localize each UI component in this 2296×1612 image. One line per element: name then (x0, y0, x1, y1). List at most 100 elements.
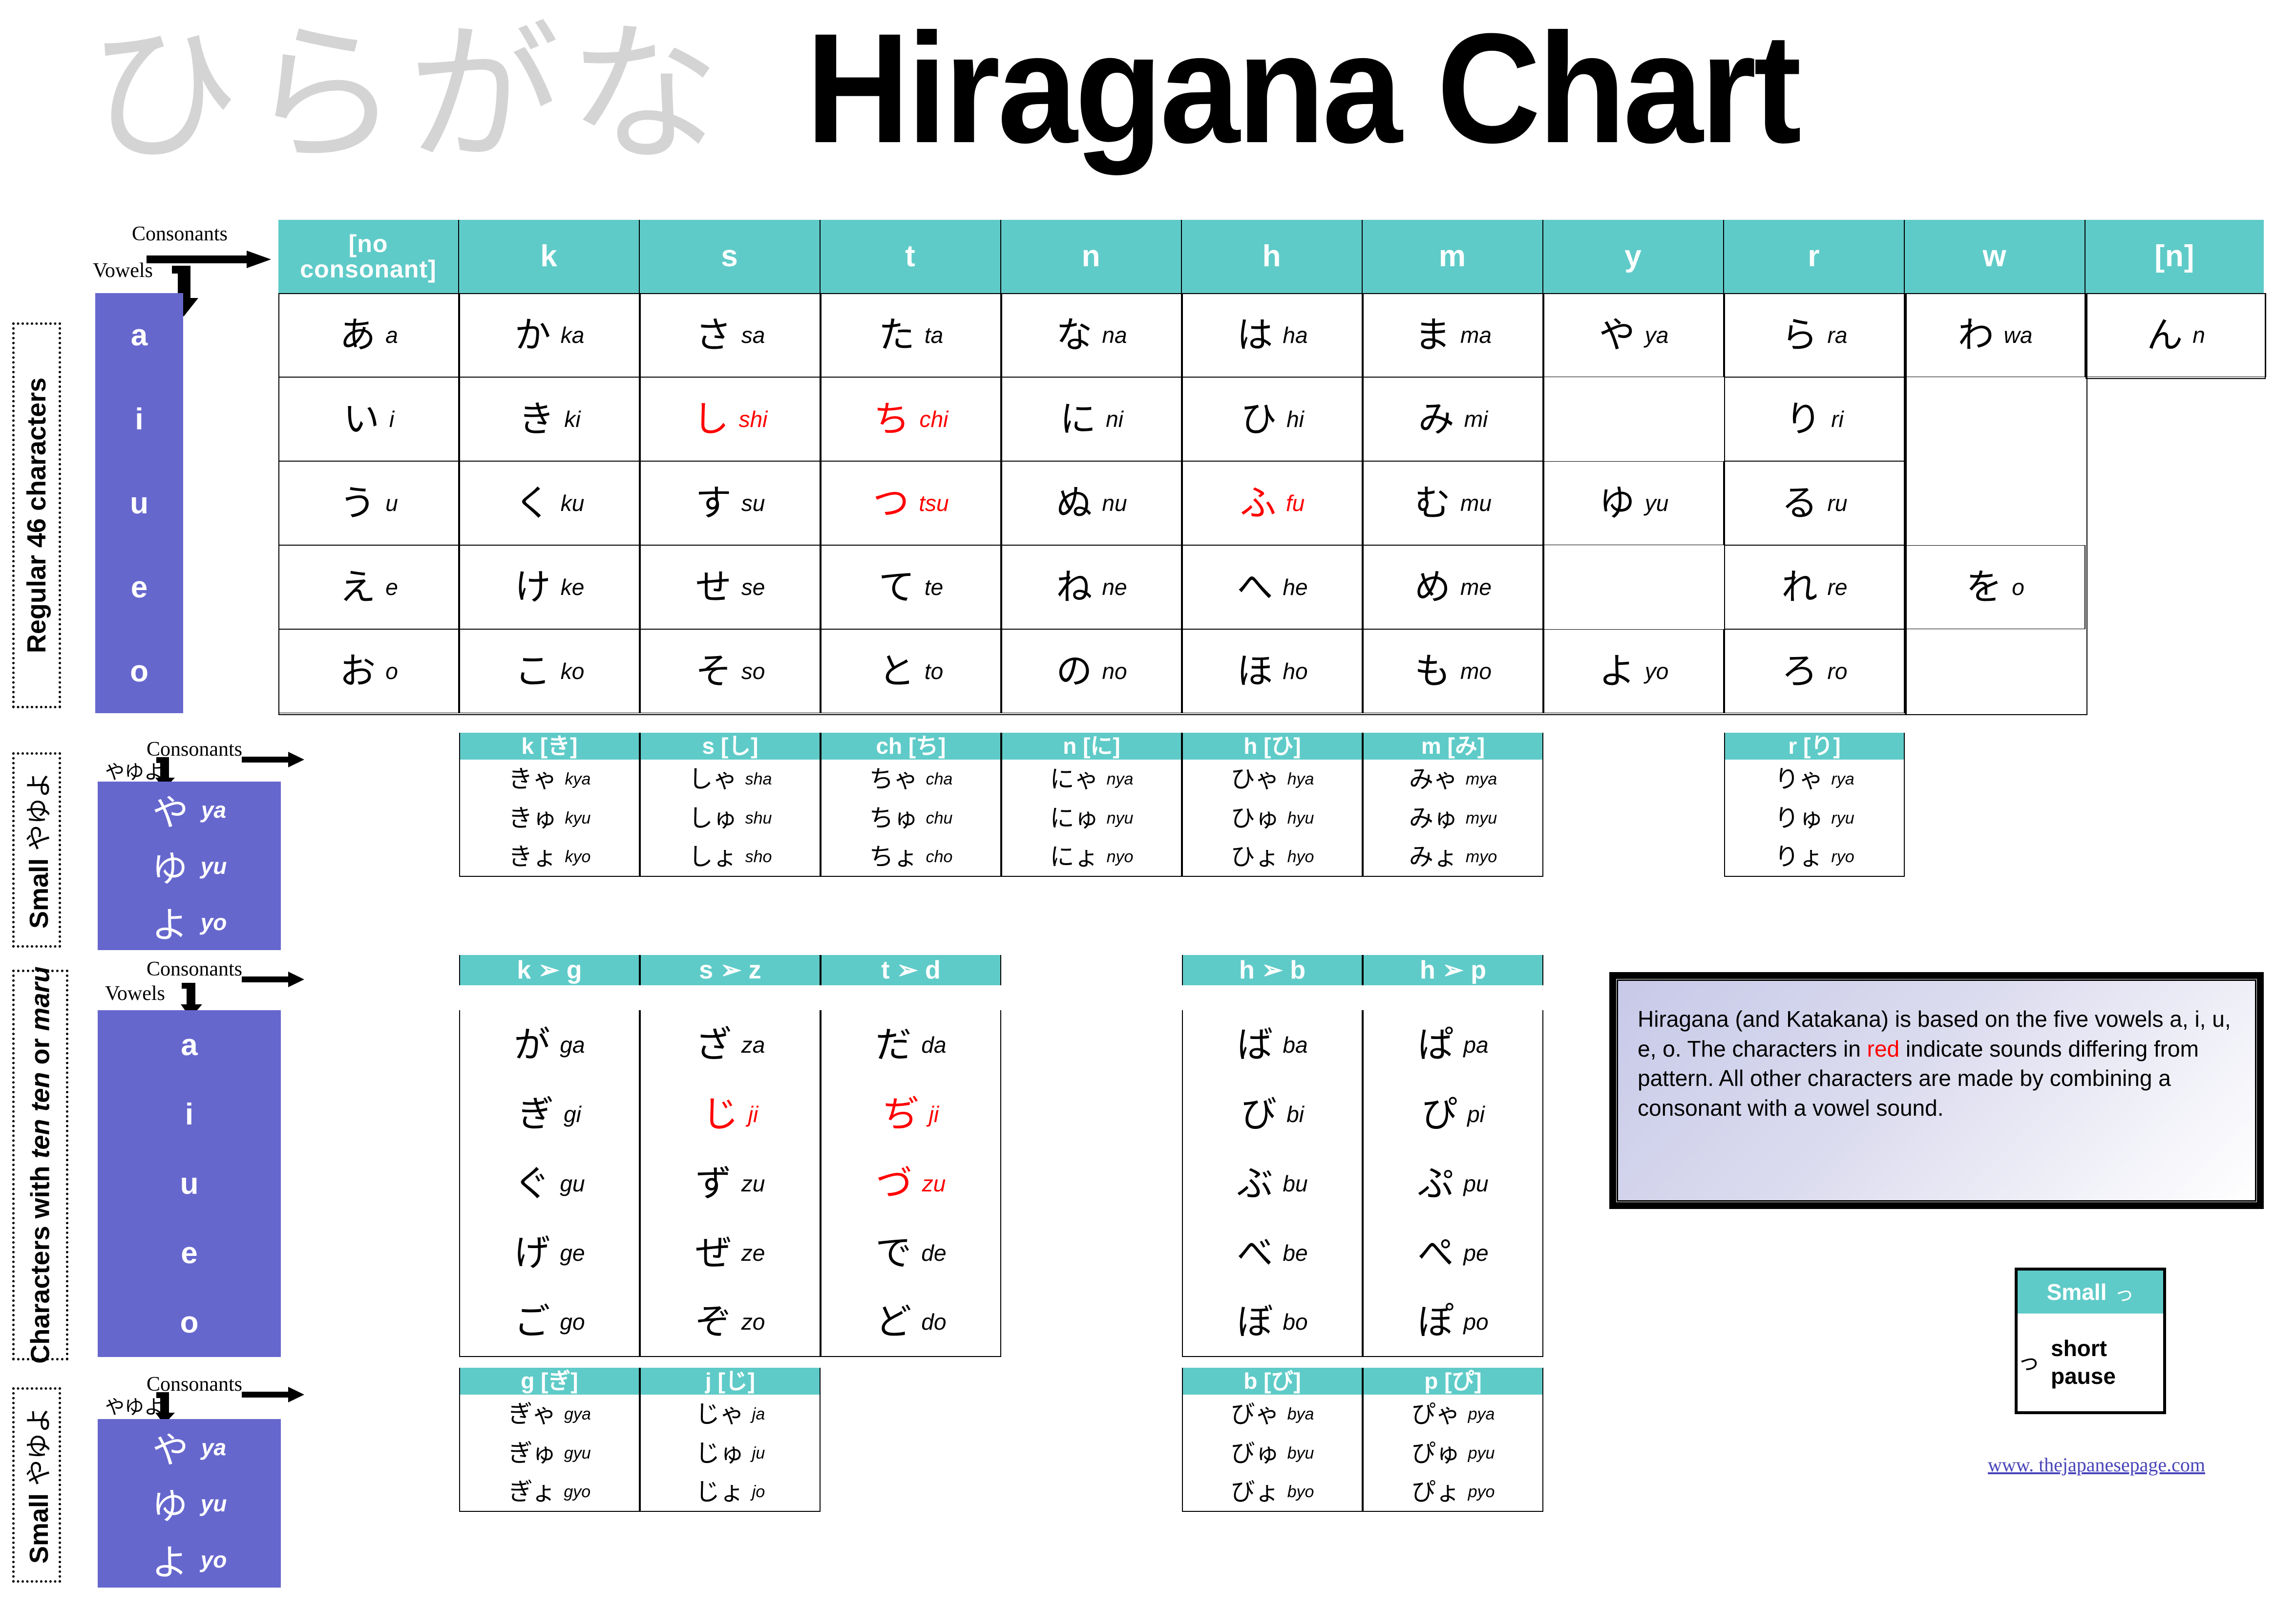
kana-glyph: にゅ (1050, 804, 1099, 832)
romaji-label: me (1460, 574, 1492, 600)
kana-glyph: づ (876, 1163, 912, 1205)
kana-cell: じゃ ja (640, 1395, 821, 1434)
kana-glyph: みゅ (1409, 804, 1458, 832)
kana-cell: みょ myo (1363, 838, 1543, 877)
kana-glyph: き (518, 398, 555, 440)
kana-glyph: ぎゃ (508, 1400, 557, 1428)
romaji-label: hyo (1287, 847, 1314, 866)
romaji-label: to (924, 658, 944, 684)
romaji-label: mo (1460, 658, 1492, 684)
kana-cell: ほ ho (1182, 629, 1363, 713)
kana-cell: にょ nyo (1001, 838, 1182, 877)
romaji-label: bi (1286, 1102, 1304, 1127)
romaji-label: pa (1463, 1032, 1489, 1058)
kana-cell: み mi (1363, 377, 1543, 461)
kana-cell: こ ko (459, 629, 640, 713)
info-text-red-word: red (1867, 1036, 1900, 1061)
kana-cell: か ka (459, 293, 640, 377)
kana-glyph: ひゅ (1230, 804, 1280, 832)
kana-glyph: ら (1781, 314, 1818, 356)
website-url[interactable]: www. thejapanesepage.com (1988, 1453, 2205, 1476)
kana-glyph: よ (1599, 650, 1635, 692)
kana-cell: び bi (1182, 1080, 1363, 1149)
romaji-label: gya (564, 1404, 591, 1423)
kana-ya-b: や (152, 1429, 189, 1471)
kana-glyph: げ (514, 1232, 550, 1274)
kana-cell: じゅ ju (640, 1434, 821, 1473)
small-yayuyo-box-bottom: や ya ゆ yu よ yo (98, 1419, 281, 1588)
kana-glyph: ぺ (1417, 1232, 1454, 1274)
kana-cell: ちゃ cha (821, 760, 1001, 799)
kana-glyph: あ (339, 314, 376, 356)
kana-cell: た ta (821, 293, 1001, 377)
romaji-label: zu (741, 1171, 765, 1196)
romaji-label: mi (1464, 406, 1488, 432)
grid-column-divider (1001, 293, 1002, 713)
kana-glyph: さ (695, 314, 732, 356)
romaji-label: ri (1831, 406, 1844, 432)
kana-cell: じょ jo (640, 1473, 821, 1512)
col-header-k: k (459, 220, 640, 293)
kana-cell: おo (278, 629, 459, 713)
kana-glyph: だ (875, 1024, 912, 1066)
kana-glyph: ろ (1781, 650, 1818, 692)
kana-cell: にゃ nya (1001, 760, 1182, 799)
yoon-plain-header: h [ひ] (1182, 733, 1363, 760)
side-label-regular-46-text: Regular 46 characters (22, 377, 51, 654)
romaji-label: gi (564, 1102, 581, 1127)
romaji-label: pyo (1468, 1482, 1495, 1501)
yoon-dakuten-header: b [び] (1182, 1368, 1363, 1395)
kana-cell: も mo (1363, 629, 1543, 713)
kana-cell: は ha (1182, 293, 1363, 377)
kana-glyph: た (878, 314, 915, 356)
dakuten-row-header-u: u (98, 1149, 281, 1218)
kana-cell: ひょ hyo (1182, 838, 1363, 877)
romaji-label: ji (928, 1102, 939, 1127)
kana-glyph: び (1241, 1093, 1277, 1135)
romaji-label: jo (752, 1482, 765, 1501)
col-header-s: s (640, 220, 821, 293)
romaji-label: pi (1467, 1102, 1485, 1127)
romaji-label: ga (560, 1032, 585, 1058)
kana-cell: りゃ rya (1724, 760, 1905, 799)
kana-glyph: しゃ (688, 765, 737, 793)
dakuten-header: k ➢ g (459, 955, 640, 985)
info-box-inner: Hiragana (and Katakana) is based on the … (1616, 979, 2257, 1202)
romaji-label: de (921, 1240, 947, 1266)
kana-glyph: ぷ (1417, 1163, 1454, 1205)
romaji-label: su (741, 490, 765, 516)
romaji-label: bya (1287, 1404, 1314, 1423)
yoon-plain-header: k [き] (459, 733, 640, 760)
kana-glyph: ぐ (514, 1163, 550, 1205)
kana-glyph: べ (1237, 1232, 1273, 1274)
romaji-yu: yu (200, 853, 227, 879)
kana-glyph: う (339, 482, 376, 524)
kana-cell: きょ kyo (459, 838, 640, 877)
romaji-label: re (1827, 574, 1848, 600)
romaji-label: ji (748, 1102, 758, 1127)
kana-glyph: ち (873, 398, 910, 440)
kana-glyph: ぶ (1237, 1163, 1273, 1205)
kana-glyph: きゃ (508, 765, 557, 793)
small-yayuyo-box-top: や ya ゆ yu よ yo (98, 782, 281, 950)
kana-cell: ひゅ hyu (1182, 799, 1363, 838)
dakuten-header: s ➢ z (640, 955, 821, 985)
kana-glyph: きゅ (508, 804, 557, 832)
romaji-label: sha (745, 769, 772, 788)
kana-glyph: ぴょ (1411, 1478, 1460, 1506)
kana-cell: と to (821, 629, 1001, 713)
consonants-label-dakuten: Consonants (147, 958, 243, 980)
romaji-label: zu (922, 1171, 946, 1196)
vowels-label-dakuten: Vowels (105, 982, 165, 1005)
yoon-dakuten-header: j [じ] (640, 1368, 821, 1395)
kana-glyph: しょ (688, 843, 737, 871)
kana-glyph: お (339, 650, 376, 692)
kana-ya: や (152, 792, 189, 834)
small-tsu-header-label: Small (2046, 1279, 2107, 1305)
kana-glyph: ず (695, 1163, 732, 1205)
romaji-label: ryu (1831, 808, 1854, 827)
side-label-regular-46: Regular 46 characters (12, 322, 61, 708)
row-header-i: i (95, 377, 183, 461)
romaji-label: cho (926, 847, 953, 866)
small-tsu-body-text: short pause (2051, 1335, 2116, 1389)
